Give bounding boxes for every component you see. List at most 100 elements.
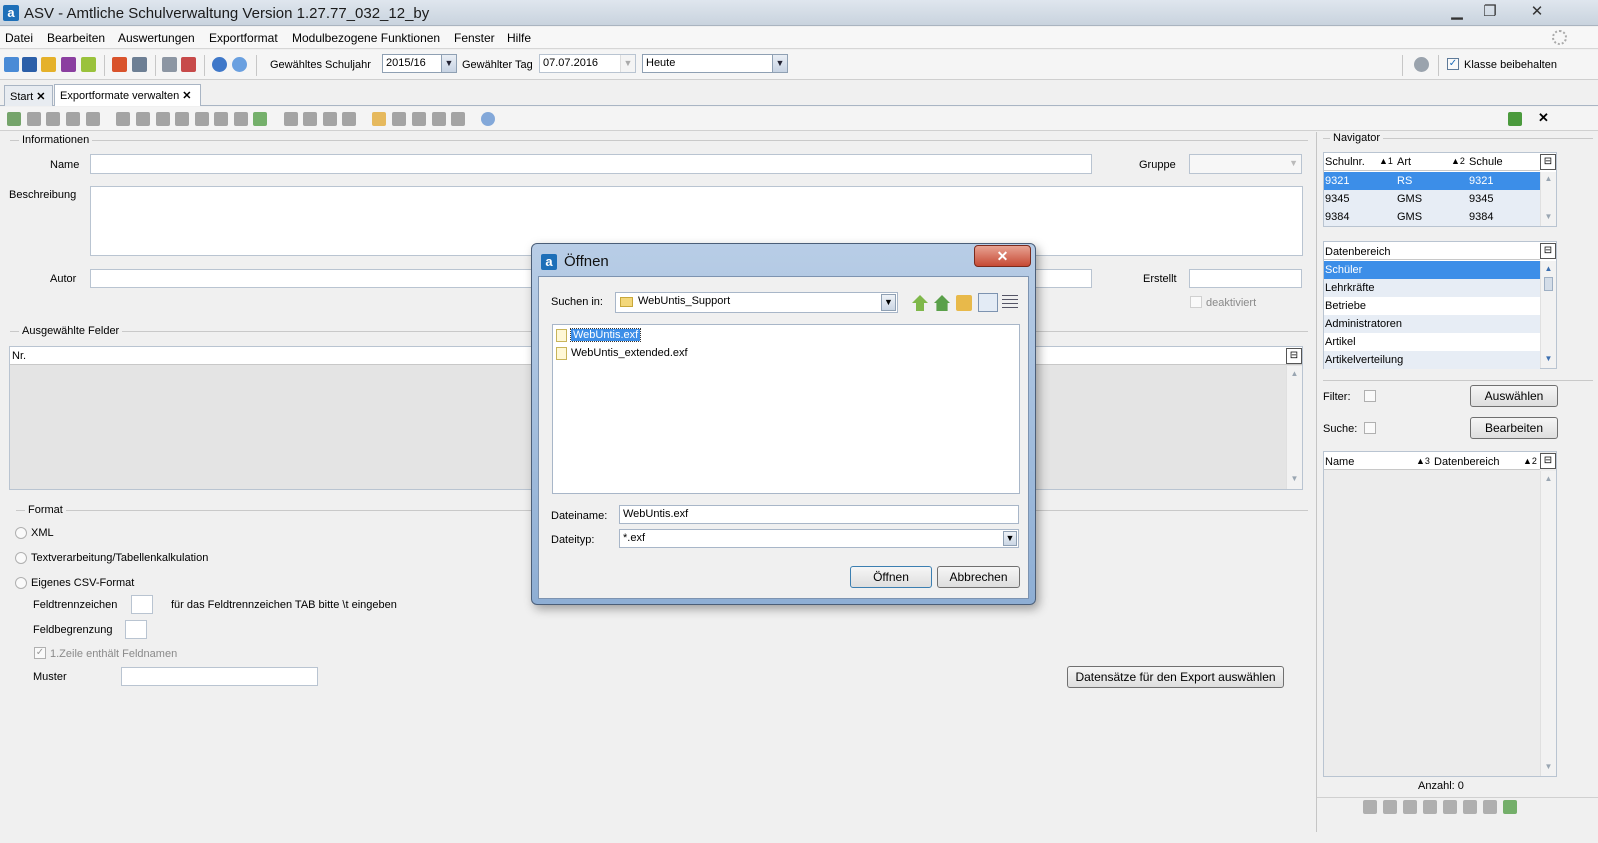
column-nr[interactable]: Nr. [12,350,26,362]
name-input[interactable] [90,154,1092,174]
tab-exportformate[interactable]: Exportformate verwalten ✕ [54,84,201,106]
menu-hilfe[interactable]: Hilfe [507,31,531,45]
table-row[interactable]: 9321 RS 9321 [1324,172,1540,190]
chevron-down-icon[interactable]: ▼ [1003,531,1017,546]
muster-input[interactable] [121,667,318,686]
scroll-down-icon[interactable]: ▼ [1289,474,1300,485]
list-item[interactable]: Artikelverteilung [1324,351,1540,369]
result-scrollbar[interactable]: ▲ ▼ [1540,471,1556,776]
copy-windows-icon[interactable] [162,57,177,72]
rewind-icon[interactable] [1403,800,1417,814]
scroll-down-icon[interactable]: ▼ [1543,212,1554,223]
list-item[interactable]: Schüler [1324,261,1540,279]
datenbereich-list[interactable]: Datenbereich Schüler Lehrkräfte Betriebe… [1323,241,1557,369]
back-arrow-icon[interactable] [284,112,298,126]
group-icon[interactable] [41,57,56,72]
scroll-up-icon[interactable]: ▲ [1543,174,1554,185]
menu-fenster[interactable]: Fenster [454,31,495,45]
export-icon[interactable] [432,112,446,126]
column-schule[interactable]: Schule [1469,156,1503,168]
suchen-in-select[interactable]: WebUntis_Support ▼ [615,292,898,313]
open-button[interactable]: Öffnen [850,566,932,588]
chevron-down-icon[interactable]: ▼ [620,55,635,72]
erste-zeile-checkbox[interactable]: ✓ [34,647,46,659]
previous-icon[interactable] [175,112,189,126]
heute-select[interactable]: Heute ▼ [642,54,788,73]
schulen-table[interactable]: Schulnr. ▲1 Art ▲2 Schule 9321 RS 9321 9… [1323,152,1557,227]
cut-icon[interactable] [303,112,317,126]
suche-checkbox[interactable] [1364,422,1376,434]
dialog-close-button[interactable]: ✕ [974,245,1031,267]
list-item[interactable]: Artikel [1324,333,1540,351]
user-icon[interactable] [1414,57,1429,72]
menu-datei[interactable]: Datei [5,31,33,45]
scroll-up-icon[interactable]: ▲ [1543,264,1554,275]
last-record-icon[interactable] [234,112,248,126]
refresh-icon[interactable] [1503,800,1517,814]
maximize-button[interactable]: ❐ [1476,2,1504,22]
export-select-button[interactable]: Datensätze für den Export auswählen [1067,666,1284,688]
column-art[interactable]: Art [1397,156,1411,168]
auswaehlen-button[interactable]: Auswählen [1470,385,1558,407]
column-chooser-icon[interactable]: ⊟ [1286,348,1302,364]
rewind-icon[interactable] [156,112,170,126]
close-panel-icon[interactable]: ✕ [1538,110,1549,126]
next-icon[interactable] [195,112,209,126]
details-view-icon[interactable] [1002,295,1018,311]
close-window-button[interactable]: ✕ [1523,2,1551,22]
list-item[interactable]: Betriebe [1324,297,1540,315]
column-chooser-icon[interactable]: ⊟ [1540,453,1556,469]
list-item[interactable]: Lehrkräfte [1324,279,1540,297]
dateiname-input[interactable]: WebUntis.exf [619,505,1019,524]
refresh-navigator-icon[interactable] [1508,112,1522,126]
close-icon[interactable]: ✕ [36,91,45,103]
fast-forward-icon[interactable] [214,112,228,126]
schulen-scrollbar[interactable]: ▲ ▼ [1540,172,1556,226]
chevron-down-icon[interactable]: ▼ [881,294,896,311]
feldtrennzeichen-input[interactable] [131,595,153,614]
chat-icon[interactable] [61,57,76,72]
column-chooser-icon[interactable]: ⊟ [1540,243,1556,259]
menu-modulbezogene-funktionen[interactable]: Modulbezogene Funktionen [292,31,440,45]
first-record-icon[interactable] [1383,800,1397,814]
next-icon[interactable] [1443,800,1457,814]
klasse-checkbox[interactable]: ✓ [1447,58,1459,70]
menu-auswertungen[interactable]: Auswertungen [118,31,195,45]
file-item[interactable]: WebUntis.exf [555,327,642,343]
folder-icon[interactable] [116,112,130,126]
folder-up-icon[interactable] [912,295,928,311]
cancel-button[interactable]: Abbrechen [937,566,1020,588]
window-edit-icon[interactable] [181,57,196,72]
hierarchy-icon[interactable] [451,112,465,126]
clean-icon[interactable] [372,112,386,126]
scroll-up-icon[interactable]: ▲ [1543,474,1554,485]
column-chooser-icon[interactable]: ⊟ [1540,154,1556,170]
menu-exportformat[interactable]: Exportformat [209,31,278,45]
filter-checkbox[interactable] [1364,390,1376,402]
deaktiviert-checkbox[interactable] [1190,296,1202,308]
bearbeiten-button[interactable]: Bearbeiten [1470,417,1558,439]
scroll-down-icon[interactable]: ▼ [1543,762,1554,773]
chevron-down-icon[interactable]: ▼ [772,55,787,72]
result-table[interactable]: Name ▲3 Datenbereich ▲2 ⊟ ▲ ▼ [1323,451,1557,777]
list-item[interactable]: Administratoren [1324,315,1540,333]
column-datenbereich[interactable]: Datenbereich [1434,456,1499,468]
people-icon[interactable] [4,57,19,72]
copy-icon[interactable] [323,112,337,126]
home-icon[interactable] [934,295,950,311]
schuljahr-select[interactable]: 2015/16 ▼ [382,54,457,73]
new-record-icon[interactable] [7,112,21,126]
feldbegrenzung-input[interactable] [125,620,147,639]
scroll-up-icon[interactable]: ▲ [1289,369,1300,380]
undo-icon[interactable] [46,112,60,126]
datenbereich-scrollbar[interactable]: ▲ ▼ [1540,261,1556,368]
column-schulnr[interactable]: Schulnr. [1325,156,1365,168]
chevron-down-icon[interactable]: ▼ [441,55,456,72]
fast-forward-icon[interactable] [1463,800,1477,814]
column-name[interactable]: Name [1325,456,1354,468]
column-datenbereich[interactable]: Datenbereich [1325,246,1390,258]
scroll-down-icon[interactable]: ▼ [1543,354,1554,365]
paste-icon[interactable] [342,112,356,126]
first-record-icon[interactable] [136,112,150,126]
tab-start[interactable]: Start ✕ [4,85,53,106]
